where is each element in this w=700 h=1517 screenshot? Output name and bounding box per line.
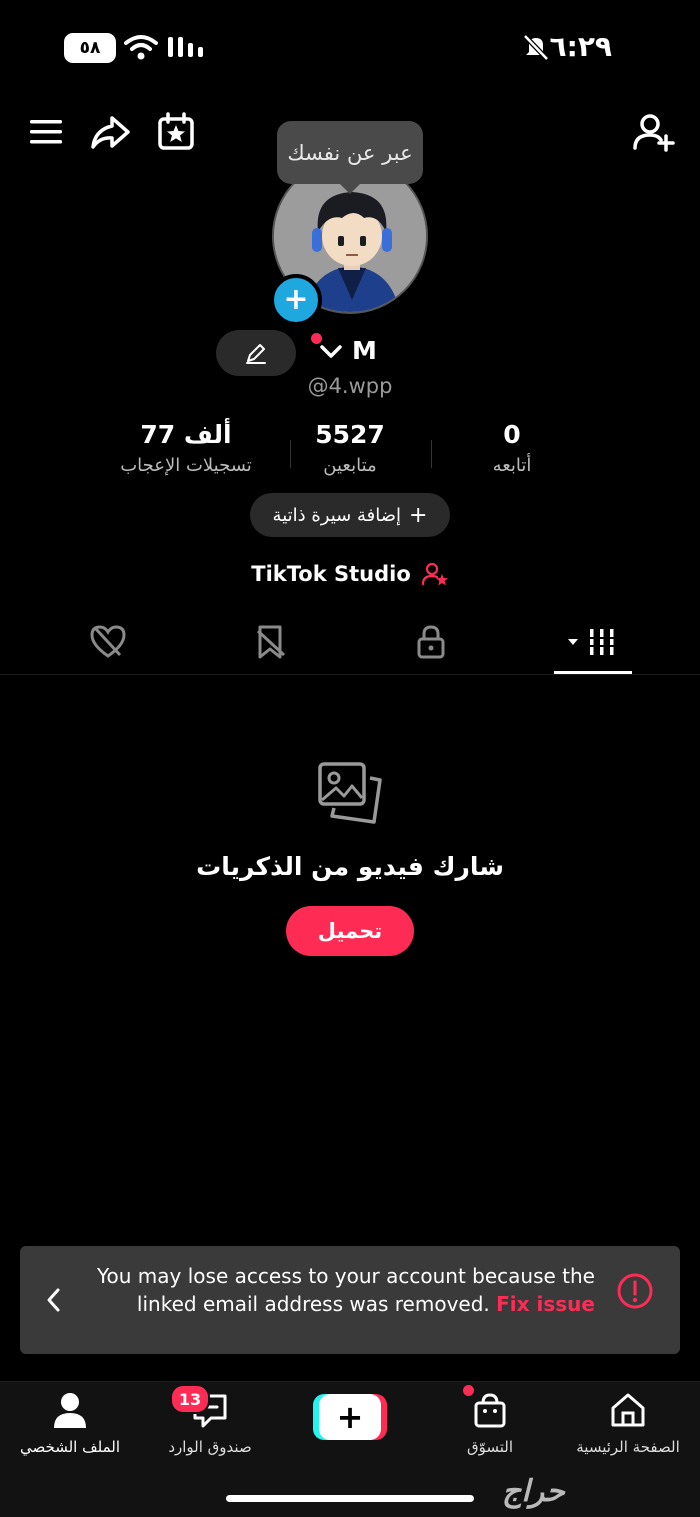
silent-bell-icon xyxy=(523,34,549,61)
following-count: 0 xyxy=(503,420,521,449)
warning-icon xyxy=(617,1273,653,1309)
followers-count: 5527 xyxy=(315,420,385,449)
active-tab-indicator xyxy=(554,671,632,674)
signal-icon xyxy=(168,37,203,57)
followers-stat[interactable]: 5527 متابعين xyxy=(260,420,440,476)
plus-icon: + xyxy=(336,1398,364,1436)
battery-level: ٥٨ xyxy=(79,38,101,58)
nav-home-label: الصفحة الرئيسية xyxy=(576,1438,680,1456)
creator-star-icon xyxy=(421,562,448,586)
account-warning-banner: You may lose access to your account beca… xyxy=(20,1246,680,1354)
plus-icon: + xyxy=(409,502,428,528)
username: @4.wpp xyxy=(307,374,393,398)
upload-button[interactable]: تحميل xyxy=(286,906,414,956)
display-name: M xyxy=(352,336,377,365)
liked-heart-icon[interactable] xyxy=(88,623,128,661)
likes-stat[interactable]: 77 ألف تسجيلات الإعجاب xyxy=(96,420,276,476)
battery-indicator: ٥٨ xyxy=(64,33,116,63)
nav-shop-label: التسوّق xyxy=(466,1438,514,1456)
status-time: ٦:٢٩ xyxy=(549,30,612,63)
home-indicator xyxy=(226,1495,474,1502)
add-bio-button[interactable]: إضافة سيرة ذاتية + xyxy=(250,493,450,537)
home-icon xyxy=(611,1393,645,1427)
pencil-icon xyxy=(246,344,266,364)
nav-inbox-label: صندوق الوارد xyxy=(168,1438,252,1456)
add-friend-icon[interactable] xyxy=(632,110,676,154)
tooltip-express-yourself: عبر عن نفسك xyxy=(277,121,423,194)
nav-home[interactable]: الصفحة الرئيسية xyxy=(558,1390,698,1456)
create-button[interactable]: + xyxy=(313,1394,387,1440)
nav-profile[interactable]: الملف الشخصي xyxy=(0,1390,140,1456)
nav-profile-label: الملف الشخصي xyxy=(20,1438,120,1456)
fix-issue-link[interactable]: Fix issue xyxy=(496,1292,595,1316)
lock-icon[interactable] xyxy=(412,623,450,661)
menu-icon[interactable] xyxy=(24,110,68,154)
inbox-count-badge: 13 xyxy=(170,1384,210,1414)
likes-label: تسجيلات الإعجاب xyxy=(120,455,252,476)
photos-icon xyxy=(318,762,382,824)
nav-shop[interactable]: التسوّق xyxy=(420,1390,560,1456)
following-stat[interactable]: 0 أتابعه xyxy=(422,420,602,476)
tabs-divider xyxy=(0,674,700,675)
watermark-logo: حراج xyxy=(502,1474,565,1509)
tiktok-studio-label: TikTok Studio xyxy=(251,562,411,586)
share-icon[interactable] xyxy=(88,110,132,154)
add-bio-label: إضافة سيرة ذاتية xyxy=(272,504,401,526)
chevron-down-icon[interactable] xyxy=(318,342,344,362)
videos-grid-icon[interactable] xyxy=(566,625,622,659)
calendar-star-icon[interactable] xyxy=(154,110,198,154)
chevron-left-icon[interactable] xyxy=(42,1286,66,1314)
empty-state-title: شارك فيديو من الذكريات xyxy=(196,852,504,881)
nav-inbox[interactable]: صندوق الوارد xyxy=(140,1390,280,1456)
following-label: أتابعه xyxy=(492,455,532,476)
bookmark-icon[interactable] xyxy=(252,623,290,661)
edit-profile-button[interactable] xyxy=(216,330,296,376)
profile-icon xyxy=(54,1393,86,1428)
shop-notification-dot xyxy=(463,1385,474,1396)
likes-count: 77 ألف xyxy=(140,420,232,449)
shopping-bag-icon xyxy=(474,1393,506,1428)
add-story-button[interactable]: + xyxy=(270,274,322,326)
followers-label: متابعين xyxy=(323,455,377,476)
banner-message: You may lose access to your account beca… xyxy=(95,1262,595,1318)
stat-divider xyxy=(290,440,291,468)
wifi-icon xyxy=(124,35,158,60)
tiktok-studio-link[interactable]: TikTok Studio xyxy=(0,561,700,587)
